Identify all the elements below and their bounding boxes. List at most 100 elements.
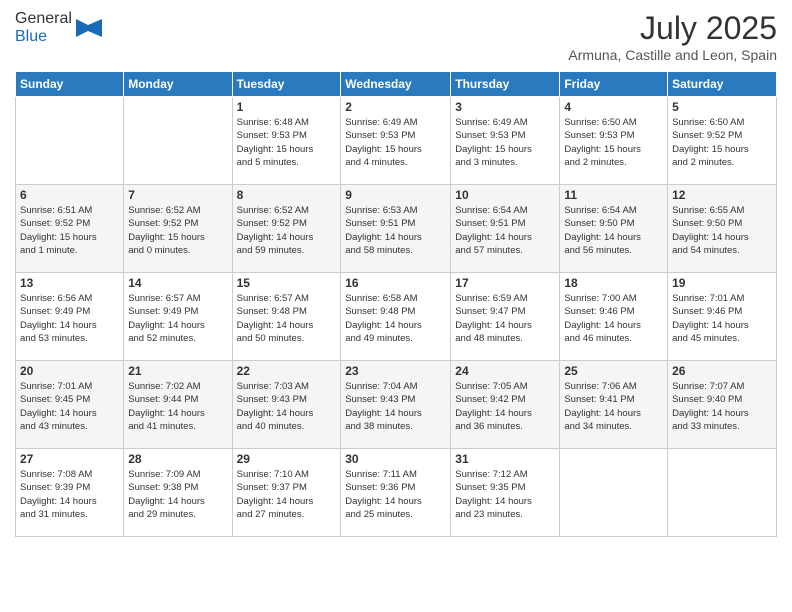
calendar-week-row: 20Sunrise: 7:01 AM Sunset: 9:45 PM Dayli…	[16, 361, 777, 449]
day-info: Sunrise: 6:48 AM Sunset: 9:53 PM Dayligh…	[237, 116, 337, 169]
day-info: Sunrise: 7:08 AM Sunset: 9:39 PM Dayligh…	[20, 468, 119, 521]
title-block: July 2025 Armuna, Castille and Leon, Spa…	[568, 10, 777, 63]
calendar-cell: 1Sunrise: 6:48 AM Sunset: 9:53 PM Daylig…	[232, 97, 341, 185]
calendar-table: SundayMondayTuesdayWednesdayThursdayFrid…	[15, 71, 777, 537]
calendar-cell: 30 Sunrise: 7:11 AM Sunset: 9:36 PM Dayli…	[341, 449, 451, 537]
day-info: Sunrise: 6:57 AM Sunset: 9:48 PM Dayligh…	[237, 292, 337, 345]
calendar-cell: 24 Sunrise: 7:05 AM Sunset: 9:42 PM Dayli…	[451, 361, 560, 449]
day-number: 31	[455, 452, 555, 466]
day-number: 8	[237, 188, 337, 202]
day-info: Sunrise: 6:49 AM Sunset: 9:53 PM Dayligh…	[345, 116, 446, 169]
calendar-cell: 10 Sunrise: 6:54 AM Sunset: 9:51 PM Dayli…	[451, 185, 560, 273]
calendar-cell: 14Sunrise: 6:57 AM Sunset: 9:49 PM Dayli…	[124, 273, 232, 361]
logo-general: General	[15, 10, 72, 27]
day-info: Sunrise: 6:52 AM Sunset: 9:52 PM Dayligh…	[237, 204, 337, 257]
day-info: Sunrise: 6:56 AM Sunset: 9:49 PM Dayligh…	[20, 292, 119, 345]
day-number: 28	[128, 452, 227, 466]
day-number: 12	[672, 188, 772, 202]
day-number: 11	[564, 188, 663, 202]
day-number: 13	[20, 276, 119, 290]
day-info: Sunrise: 7:10 AM Sunset: 9:37 PM Dayligh…	[237, 468, 337, 521]
day-number: 4	[564, 100, 663, 114]
main-title: July 2025	[568, 10, 777, 47]
calendar-cell: 8 Sunrise: 6:52 AM Sunset: 9:52 PM Daylig…	[232, 185, 341, 273]
day-number: 24	[455, 364, 555, 378]
calendar-day-header: Wednesday	[341, 72, 451, 97]
calendar-cell: 31 Sunrise: 7:12 AM Sunset: 9:35 PM Dayli…	[451, 449, 560, 537]
calendar-cell: 19 Sunrise: 7:01 AM Sunset: 9:46 PM Dayli…	[668, 273, 777, 361]
day-number: 5	[672, 100, 772, 114]
day-info: Sunrise: 7:02 AM Sunset: 9:44 PM Dayligh…	[128, 380, 227, 433]
calendar-day-header: Thursday	[451, 72, 560, 97]
header: General Blue July 2025 Armuna, Castille …	[15, 10, 777, 63]
calendar-cell	[560, 449, 668, 537]
calendar-cell: 22Sunrise: 7:03 AM Sunset: 9:43 PM Dayli…	[232, 361, 341, 449]
day-number: 6	[20, 188, 119, 202]
day-info: Sunrise: 6:53 AM Sunset: 9:51 PM Dayligh…	[345, 204, 446, 257]
calendar-cell: 27Sunrise: 7:08 AM Sunset: 9:39 PM Dayli…	[16, 449, 124, 537]
calendar-cell: 21 Sunrise: 7:02 AM Sunset: 9:44 PM Dayli…	[124, 361, 232, 449]
day-info: Sunrise: 7:01 AM Sunset: 9:46 PM Dayligh…	[672, 292, 772, 345]
day-info: Sunrise: 6:59 AM Sunset: 9:47 PM Dayligh…	[455, 292, 555, 345]
day-info: Sunrise: 7:11 AM Sunset: 9:36 PM Dayligh…	[345, 468, 446, 521]
day-info: Sunrise: 7:12 AM Sunset: 9:35 PM Dayligh…	[455, 468, 555, 521]
day-number: 10	[455, 188, 555, 202]
calendar-cell: 4 Sunrise: 6:50 AM Sunset: 9:53 PM Daylig…	[560, 97, 668, 185]
calendar-cell: 7Sunrise: 6:52 AM Sunset: 9:52 PM Daylig…	[124, 185, 232, 273]
day-number: 17	[455, 276, 555, 290]
calendar-cell: 26 Sunrise: 7:07 AM Sunset: 9:40 PM Dayli…	[668, 361, 777, 449]
day-info: Sunrise: 7:01 AM Sunset: 9:45 PM Dayligh…	[20, 380, 119, 433]
day-number: 25	[564, 364, 663, 378]
logo: General Blue	[15, 10, 102, 46]
calendar-cell: 9 Sunrise: 6:53 AM Sunset: 9:51 PM Daylig…	[341, 185, 451, 273]
day-info: Sunrise: 7:06 AM Sunset: 9:41 PM Dayligh…	[564, 380, 663, 433]
day-number: 3	[455, 100, 555, 114]
day-number: 2	[345, 100, 446, 114]
day-info: Sunrise: 6:50 AM Sunset: 9:53 PM Dayligh…	[564, 116, 663, 169]
day-info: Sunrise: 7:07 AM Sunset: 9:40 PM Dayligh…	[672, 380, 772, 433]
calendar-day-header: Sunday	[16, 72, 124, 97]
day-info: Sunrise: 7:03 AM Sunset: 9:43 PM Dayligh…	[237, 380, 337, 433]
calendar-cell: 28 Sunrise: 7:09 AM Sunset: 9:38 PM Dayli…	[124, 449, 232, 537]
day-number: 26	[672, 364, 772, 378]
calendar-cell: 15 Sunrise: 6:57 AM Sunset: 9:48 PM Dayli…	[232, 273, 341, 361]
calendar-cell: 18Sunrise: 7:00 AM Sunset: 9:46 PM Dayli…	[560, 273, 668, 361]
calendar-cell: 23Sunrise: 7:04 AM Sunset: 9:43 PM Dayli…	[341, 361, 451, 449]
day-number: 9	[345, 188, 446, 202]
calendar-week-row: 1Sunrise: 6:48 AM Sunset: 9:53 PM Daylig…	[16, 97, 777, 185]
calendar-day-header: Tuesday	[232, 72, 341, 97]
calendar-cell	[16, 97, 124, 185]
day-info: Sunrise: 6:54 AM Sunset: 9:50 PM Dayligh…	[564, 204, 663, 257]
calendar-header-row: SundayMondayTuesdayWednesdayThursdayFrid…	[16, 72, 777, 97]
day-info: Sunrise: 6:52 AM Sunset: 9:52 PM Dayligh…	[128, 204, 227, 257]
logo-text: General Blue	[15, 10, 72, 46]
calendar-cell: 3Sunrise: 6:49 AM Sunset: 9:53 PM Daylig…	[451, 97, 560, 185]
calendar-day-header: Monday	[124, 72, 232, 97]
day-number: 16	[345, 276, 446, 290]
day-info: Sunrise: 6:55 AM Sunset: 9:50 PM Dayligh…	[672, 204, 772, 257]
calendar-day-header: Saturday	[668, 72, 777, 97]
calendar-cell: 12 Sunrise: 6:55 AM Sunset: 9:50 PM Dayli…	[668, 185, 777, 273]
day-info: Sunrise: 6:57 AM Sunset: 9:49 PM Dayligh…	[128, 292, 227, 345]
calendar-week-row: 6Sunrise: 6:51 AM Sunset: 9:52 PM Daylig…	[16, 185, 777, 273]
calendar-cell: 6Sunrise: 6:51 AM Sunset: 9:52 PM Daylig…	[16, 185, 124, 273]
calendar-week-row: 13 Sunrise: 6:56 AM Sunset: 9:49 PM Dayli…	[16, 273, 777, 361]
day-number: 19	[672, 276, 772, 290]
day-number: 29	[237, 452, 337, 466]
day-number: 21	[128, 364, 227, 378]
calendar-cell: 16Sunrise: 6:58 AM Sunset: 9:48 PM Dayli…	[341, 273, 451, 361]
logo-blue: Blue	[15, 28, 47, 45]
calendar-cell: 5 Sunrise: 6:50 AM Sunset: 9:52 PM Daylig…	[668, 97, 777, 185]
day-number: 18	[564, 276, 663, 290]
day-info: Sunrise: 7:09 AM Sunset: 9:38 PM Dayligh…	[128, 468, 227, 521]
day-info: Sunrise: 6:50 AM Sunset: 9:52 PM Dayligh…	[672, 116, 772, 169]
calendar-cell: 29 Sunrise: 7:10 AM Sunset: 9:37 PM Dayli…	[232, 449, 341, 537]
day-info: Sunrise: 7:05 AM Sunset: 9:42 PM Dayligh…	[455, 380, 555, 433]
day-number: 23	[345, 364, 446, 378]
day-number: 15	[237, 276, 337, 290]
calendar-cell	[124, 97, 232, 185]
day-info: Sunrise: 6:54 AM Sunset: 9:51 PM Dayligh…	[455, 204, 555, 257]
calendar-cell	[668, 449, 777, 537]
calendar-cell: 11 Sunrise: 6:54 AM Sunset: 9:50 PM Dayli…	[560, 185, 668, 273]
day-number: 30	[345, 452, 446, 466]
